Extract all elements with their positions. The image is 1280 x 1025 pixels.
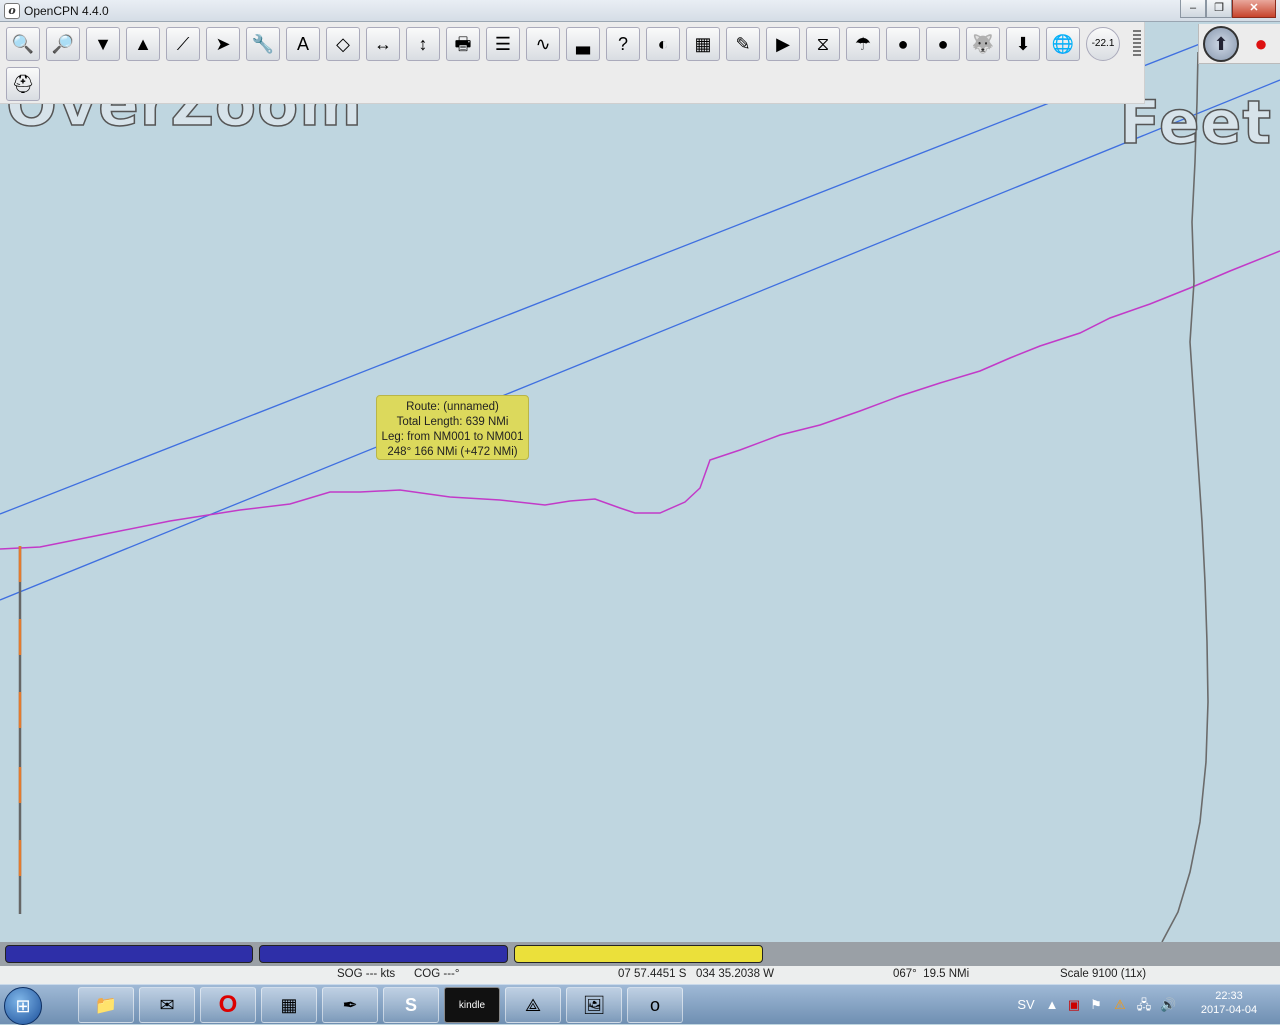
play-icon[interactable]: ▶ xyxy=(766,27,800,61)
clock[interactable]: 22:33 2017-04-04 xyxy=(1194,989,1264,1017)
cursor-bearing-distance: 067° 19.5 NMi xyxy=(893,968,970,980)
mob-icon[interactable]: ⛑ xyxy=(6,67,40,101)
zoom-in-icon[interactable]: 🔍 xyxy=(6,27,40,61)
husky-icon[interactable]: 🐺 xyxy=(966,27,1000,61)
gps-status-icon[interactable]: ● xyxy=(1243,26,1279,62)
volume-icon[interactable]: 🔊 xyxy=(1160,997,1176,1013)
chart-canvas[interactable]: OverZoom Feet xyxy=(0,22,1280,942)
windows-taskbar: ⊞ 📁 ✉ O ▦ ✒ Skindle ⟁ 🖼 o SV ▲ ▣ ⚑ ⚠ 🖧 🔊 22:33 2… xyxy=(0,984,1280,1025)
thunderbird-icon[interactable]: ✉ xyxy=(139,987,195,1023)
coastline xyxy=(1161,51,1209,942)
acrobat-icon[interactable]: ⟁ xyxy=(505,987,561,1023)
chart-piano-bar xyxy=(0,942,1280,966)
action-center-icon[interactable]: ⚑ xyxy=(1088,997,1104,1013)
show-hidden-icons-icon[interactable]: ▲ xyxy=(1044,997,1060,1013)
piano-key[interactable] xyxy=(514,945,763,963)
cursor-position: 07 57.4451 S 034 35.2038 W xyxy=(618,968,775,980)
compass-icon[interactable]: ⬆ xyxy=(1203,26,1239,62)
route-tooltip: Route: (unnamed) Total Length: 639 NMi L… xyxy=(376,395,529,460)
options-icon[interactable]: 🔧 xyxy=(246,27,280,61)
scale-out-icon[interactable]: ▲ xyxy=(126,27,160,61)
piano-key[interactable] xyxy=(5,945,253,963)
app-icon[interactable]: o xyxy=(4,2,20,19)
skype-icon[interactable]: S xyxy=(383,987,439,1023)
track-icon[interactable]: ∿ xyxy=(526,27,560,61)
close-button[interactable]: ✕ xyxy=(1232,0,1276,18)
record-arrow-icon[interactable]: ● xyxy=(926,27,960,61)
tooltip-leg: Leg: from NM001 to NM001 xyxy=(381,431,524,443)
scale-in-icon[interactable]: ▼ xyxy=(86,27,120,61)
download-icon[interactable]: ⬇ xyxy=(1006,27,1040,61)
route-manager-icon[interactable]: ↕ xyxy=(406,27,440,61)
tray-warning-icon[interactable]: ⚠ xyxy=(1112,997,1128,1013)
tray-app-icon[interactable]: ▣ xyxy=(1066,997,1082,1013)
maximize-button[interactable]: ❐ xyxy=(1206,0,1232,18)
pen-icon[interactable]: ✒ xyxy=(322,987,378,1023)
zoom-out-icon[interactable]: 🔎 xyxy=(46,27,80,61)
kindle-icon[interactable]: kindle xyxy=(444,987,500,1023)
dashboard-icon[interactable]: -22.1 xyxy=(1086,27,1120,61)
chart-overlay xyxy=(0,39,1280,942)
cog-status: COG ---° xyxy=(414,968,460,980)
night-mode-icon[interactable]: ◐ xyxy=(646,27,680,61)
window-controls: – ❐ ✕ xyxy=(1180,0,1276,20)
text-icon[interactable]: A xyxy=(286,27,320,61)
status-bar: SOG --- kts COG ---° 07 57.4451 S 034 35… xyxy=(0,966,1280,984)
clock-time: 22:33 xyxy=(1215,990,1243,1002)
tooltip-leg-detail: 248° 166 NMi (+472 NMi) xyxy=(387,446,518,458)
compass-panel: ⬆ ● xyxy=(1198,24,1280,64)
color-scheme-icon[interactable]: ▃ xyxy=(566,27,600,61)
waypoint-icon[interactable]: ⧖ xyxy=(806,27,840,61)
route-line-lower xyxy=(0,79,1280,601)
minimize-button[interactable]: – xyxy=(1180,0,1206,18)
tooltip-total-length: Total Length: 639 NMi xyxy=(396,416,509,428)
help-icon[interactable]: ? xyxy=(606,27,640,61)
route-list-icon[interactable]: ☰ xyxy=(486,27,520,61)
chart-icon[interactable]: ✎ xyxy=(726,27,760,61)
print-icon[interactable]: 🖶 xyxy=(446,27,480,61)
record-icon[interactable]: ● xyxy=(886,27,920,61)
opencpn-icon[interactable]: o xyxy=(627,987,683,1023)
chart-scale: Scale 9100 (11x) xyxy=(1060,968,1147,980)
track-line xyxy=(0,250,1280,550)
explorer-icon[interactable]: 📁 xyxy=(78,987,134,1023)
system-tray: SV ▲ ▣ ⚑ ⚠ 🖧 🔊 22:33 2017-04-04 xyxy=(1000,985,1280,1025)
main-toolbar: 🔍 🔎 ▼ ▲ ⟋ ➤ 🔧 A ◇ ↔ ↕ 🖶 ☰ ∿ ▃? ◐ ▦ ✎ ▶ ⧖ ☂ ● ● 🐺 ⬇ 🌐 -22.1 ⛑ xyxy=(0,22,1145,104)
language-indicator[interactable]: SV xyxy=(1014,997,1038,1013)
tide-icon[interactable]: ↔ xyxy=(366,27,400,61)
opera-icon[interactable]: O xyxy=(200,987,256,1023)
clock-date: 2017-04-04 xyxy=(1200,1004,1258,1016)
auto-follow-icon[interactable]: ➤ xyxy=(206,27,240,61)
start-button[interactable]: ⊞ xyxy=(4,987,42,1025)
network-icon[interactable]: 🖧 xyxy=(1136,997,1152,1013)
grib-icon[interactable]: ▦ xyxy=(686,27,720,61)
title-bar: o OpenCPN 4.4.0 – ❐ ✕ xyxy=(0,0,1280,22)
current-icon[interactable]: ◇ xyxy=(326,27,360,61)
window-title: OpenCPN 4.4.0 xyxy=(24,3,109,18)
tooltip-route-name: Route: (unnamed) xyxy=(406,401,499,413)
piano-key[interactable] xyxy=(259,945,508,963)
photos-icon[interactable]: 🖼 xyxy=(566,987,622,1023)
chess-icon[interactable]: ▦ xyxy=(261,987,317,1023)
sog-status: SOG --- kts xyxy=(337,968,396,980)
create-route-icon[interactable]: ⟋ xyxy=(166,27,200,61)
weather-icon[interactable]: ☂ xyxy=(846,27,880,61)
globe-icon[interactable]: 🌐 xyxy=(1046,27,1080,61)
toolbar-grip[interactable] xyxy=(1133,30,1141,58)
